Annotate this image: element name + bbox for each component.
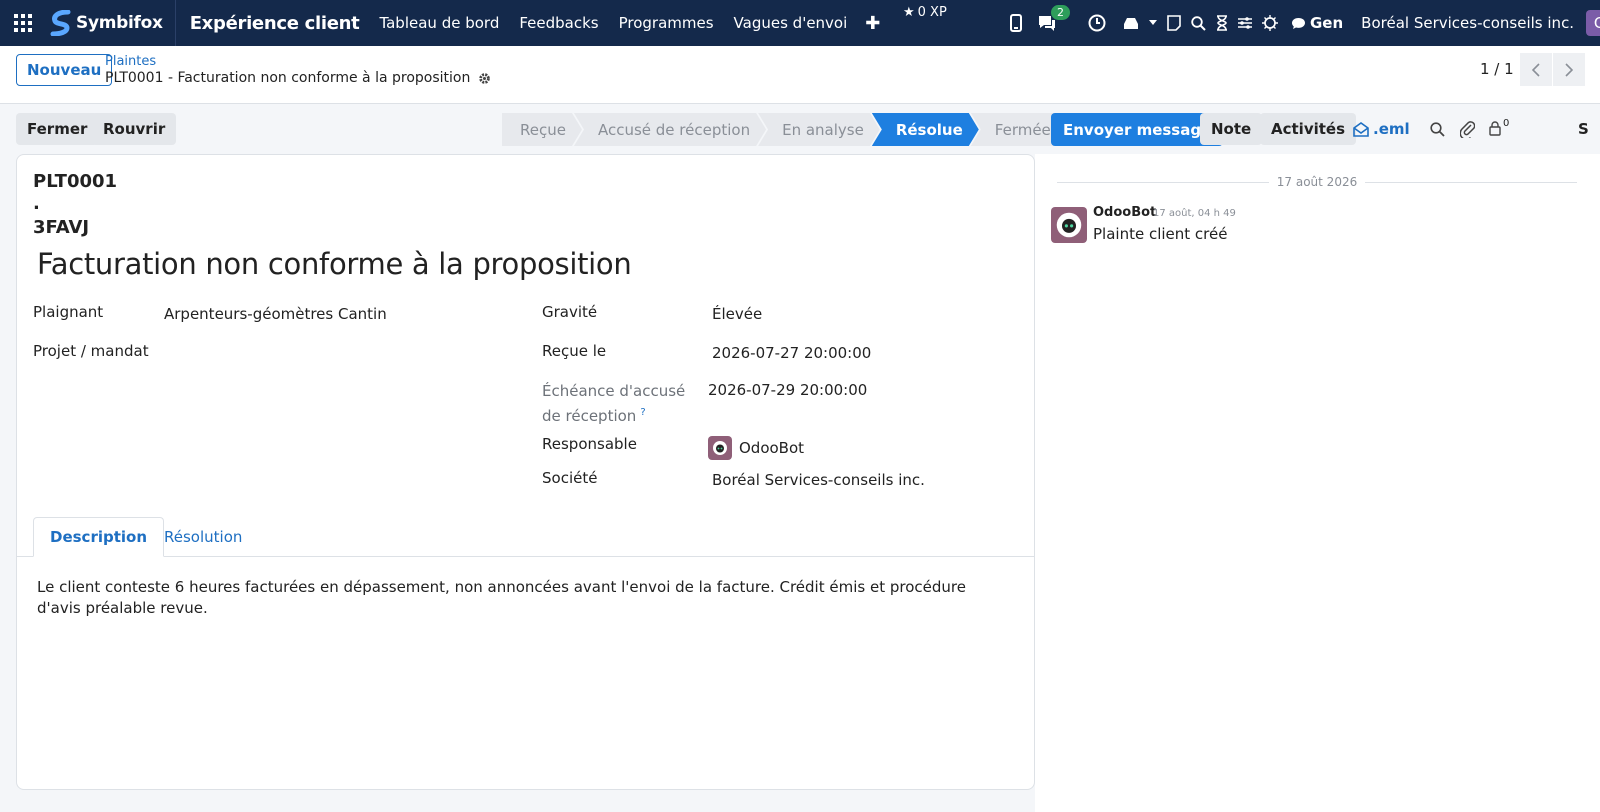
reference-line-1: PLT0001 [33,171,118,192]
status-stage-accuse-de-reception[interactable]: Accusé de réception [574,113,766,146]
followers-button[interactable]: 0 [1489,118,1510,136]
status-stage-resolue[interactable]: Résolue [872,113,979,146]
menu-feedbacks[interactable]: Feedbacks [509,14,608,32]
status-bar: Reçue Accusé de réception En analyse Résolu… [502,113,1067,146]
xp-indicator[interactable]: ★ 0 XP [903,5,947,20]
odoobot-avatar [708,436,732,460]
lock-icon [1489,121,1501,136]
date-separator-label: 17 août 2026 [1276,175,1358,189]
message-author-avatar[interactable] [1051,207,1087,243]
close-button[interactable]: Fermer [16,113,99,145]
date-separator: 17 août 2026 [1057,175,1578,189]
separator-line [1365,181,1578,183]
brand-name: Symbifox [76,13,163,33]
reference-line-3: 3FAVJ [33,217,90,238]
speech-bubble-icon [1292,17,1305,29]
label-responsable: Responsable [542,435,637,453]
hourglass-icon[interactable] [1216,15,1228,31]
label-societe: Société [542,469,598,487]
envelope-icon [1353,121,1369,137]
field-societe[interactable]: Boréal Services-conseils inc. [712,471,925,489]
caret-down-icon[interactable] [1149,20,1157,26]
record-title[interactable]: Facturation non conforme à la propositio… [37,247,632,281]
star-icon: ★ [903,5,915,20]
module-title[interactable]: Expérience client [176,13,370,34]
breadcrumb-current: PLT0001 - Facturation non conforme à la … [105,70,491,86]
note-icon[interactable] [1167,15,1181,31]
mobile-icon[interactable] [1010,14,1022,32]
xp-value: 0 XP [917,5,947,20]
message-timestamp: 17 août, 04 h 49 [1153,208,1236,219]
status-stage-en-analyse[interactable]: En analyse [758,113,880,146]
form-sheet: PLT0001 . 3FAVJ Facturation non conforme… [16,154,1035,790]
chevron-right-icon [1565,62,1573,77]
label-gravite: Gravité [542,303,598,321]
eml-button[interactable]: .eml [1353,120,1410,138]
label-recue-le: Reçue le [542,342,607,360]
company-switcher[interactable]: Boréal Services-conseils inc. [1361,14,1574,32]
follow-button[interactable]: S [1578,120,1589,138]
inbox-icon[interactable] [1123,16,1139,30]
log-note-button[interactable]: Note [1200,113,1263,145]
message-author[interactable]: OdooBot [1093,205,1156,220]
field-echeance-accuse[interactable]: 2026-07-29 20:00:00 [708,381,867,399]
label-plaignant: Plaignant [33,303,104,321]
chatter-panel [1035,154,1600,812]
bug-icon[interactable] [1262,15,1278,31]
follower-count: 0 [1503,118,1510,129]
label-projet-mandat: Projet / mandat [33,342,149,360]
pager-next-button[interactable] [1553,53,1585,86]
description-text[interactable]: Le client conteste 6 heures facturées en… [37,577,997,619]
top-navbar: Symbifox Expérience client Tableau de bo… [0,0,1600,46]
chat-icon[interactable]: 2 [1037,5,1070,32]
brand-logo[interactable]: Symbifox [46,0,176,46]
tab-resolution[interactable]: Résolution [164,517,242,557]
pager-previous-button[interactable] [1520,53,1552,86]
separator-line [1057,181,1269,183]
reopen-button[interactable]: Rouvrir [92,113,177,145]
breadcrumb-parent[interactable]: Plaintes [105,54,156,69]
search-icon[interactable] [1191,15,1206,31]
field-responsable[interactable]: OdooBot [708,436,804,460]
field-responsable-value: OdooBot [739,439,805,457]
help-tooltip-icon[interactable]: ? [640,407,645,418]
tab-description[interactable]: Description [33,517,165,557]
clock-icon[interactable] [1088,14,1106,32]
gear-icon[interactable] [478,72,491,85]
add-menu-icon[interactable]: ✚ [857,13,888,34]
new-button[interactable]: Nouveau [16,54,113,86]
notebook-tabs: Description Résolution [17,517,1034,557]
field-plaignant[interactable]: Arpenteurs-géomètres Cantin [164,305,387,323]
menu-tableau-de-bord[interactable]: Tableau de bord [369,14,509,32]
gen-ai-button[interactable]: Gen [1291,14,1343,32]
status-stage-recue[interactable]: Reçue [502,113,582,146]
gen-label: Gen [1310,14,1344,32]
control-panel: Nouveau Plaintes PLT0001 - Facturation n… [0,46,1600,104]
activities-button[interactable]: Activités [1260,113,1357,145]
field-gravite[interactable]: Élevée [712,305,762,323]
sliders-icon[interactable] [1238,16,1252,30]
user-avatar[interactable]: C [1586,10,1600,36]
field-recue-le[interactable]: 2026-07-27 20:00:00 [712,344,871,362]
paperclip-icon[interactable] [1460,120,1475,138]
menu-programmes[interactable]: Programmes [609,14,724,32]
send-message-button[interactable]: Envoyer message [1051,113,1224,146]
chatter-search-icon[interactable] [1430,122,1445,137]
eml-label: .eml [1373,120,1410,138]
label-echeance-accuse-text: Échéance d'accusé de réception [542,382,686,425]
menu-vagues-envoi[interactable]: Vagues d'envoi [724,14,858,32]
pager-value[interactable]: 1 / 1 [1480,60,1514,78]
apps-menu-icon[interactable] [0,0,46,46]
chat-count-badge: 2 [1051,5,1070,20]
breadcrumb-current-label: PLT0001 - Facturation non conforme à la … [105,70,471,86]
brand-mark-icon [50,10,71,36]
field-projet-mandat[interactable] [164,344,504,364]
chevron-left-icon [1532,62,1540,77]
reference-line-2: . [33,193,40,214]
message-body: Plainte client créé [1093,225,1228,243]
label-echeance-accuse: Échéance d'accusé de réception? [542,381,702,427]
